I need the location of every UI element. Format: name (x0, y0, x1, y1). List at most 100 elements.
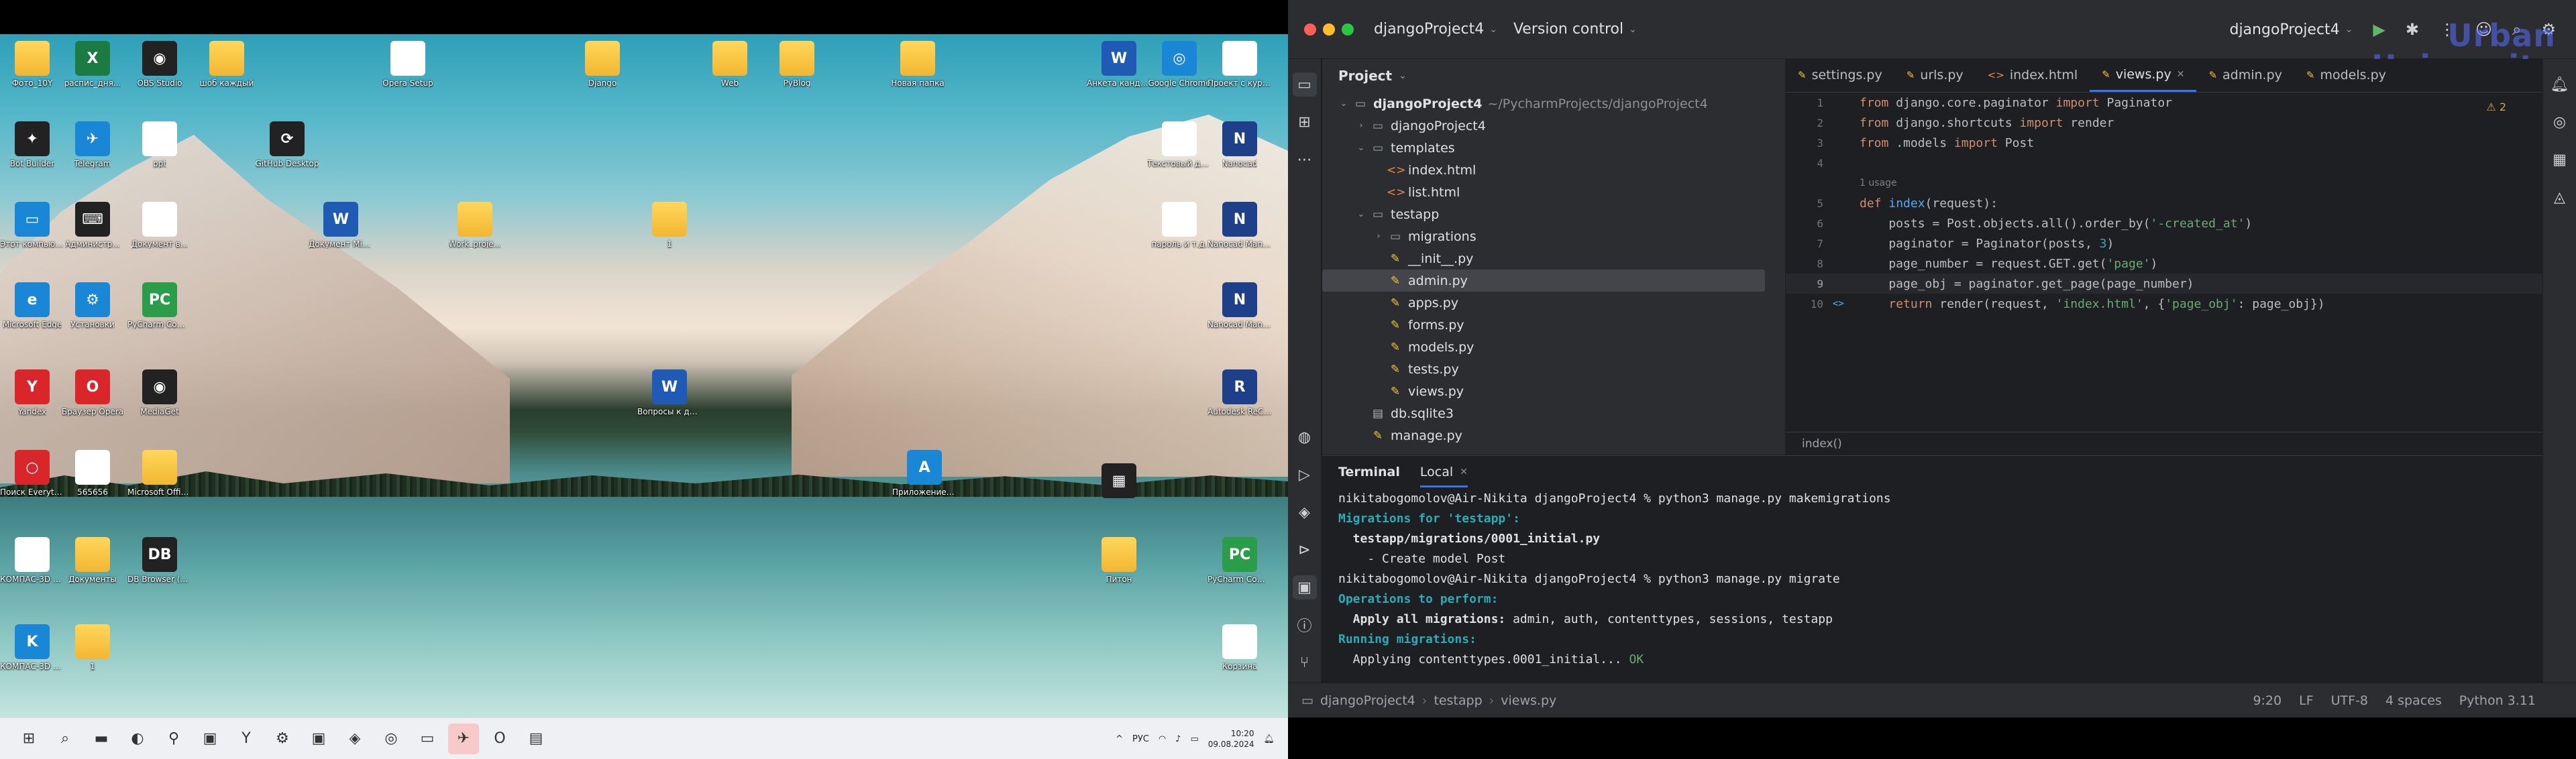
taskbar-terminal-icon[interactable]: ▭ (412, 723, 443, 754)
expand-arrow-icon[interactable]: ⌄ (1353, 209, 1369, 219)
tree-item-folder[interactable]: › ▭ migrations (1322, 225, 1785, 247)
desktop-icon[interactable]: ppt (127, 121, 192, 168)
desktop-icon[interactable]: пароль и т.д. (1147, 202, 1212, 249)
taskbar-search-app-icon[interactable]: ⚲ (158, 723, 189, 754)
desktop-icon[interactable]: ▭ Этот компьютер (0, 202, 64, 249)
tree-item-html[interactable]: <> list.html (1322, 181, 1785, 203)
tree-item-folder[interactable]: ⌄ ▭ templates (1322, 137, 1785, 159)
python-packages-icon[interactable]: ◍ (1293, 425, 1317, 449)
desktop-icon[interactable]: A Приложение Autodesk .. (892, 450, 957, 497)
expand-arrow-icon[interactable]: ⌄ (1353, 143, 1369, 153)
window-close-button[interactable] (1304, 23, 1316, 36)
desktop-icon[interactable]: 565656 (60, 450, 125, 497)
desktop-icon[interactable]: N Nanocad Manager Pl... (1208, 282, 1272, 329)
taskbar-yandex-icon[interactable]: Y (231, 723, 262, 754)
desktop-icon[interactable]: Документы (60, 537, 125, 584)
taskbar-app-blue-icon[interactable]: ◈ (339, 723, 370, 754)
more-tools-icon[interactable]: ⋯ (1293, 148, 1317, 172)
status-path-project[interactable]: djangoProject4 (1320, 693, 1415, 708)
tree-item-py[interactable]: ✎ admin.py (1322, 270, 1765, 292)
desktop-icon[interactable]: Текстовый документ (1147, 121, 1212, 168)
desktop-icon[interactable]: W Анкета кандидата (1087, 41, 1151, 88)
desktop-icon[interactable]: 1 (60, 624, 125, 671)
desktop-icon[interactable]: 1 (637, 202, 702, 249)
editor-tab[interactable]: ✎ admin.py (2196, 59, 2294, 92)
desktop-icon[interactable]: Y Yandex (0, 369, 64, 416)
desktop-icon[interactable]: PC PyCharm Comm... (127, 282, 192, 329)
terminal-output[interactable]: nikitabogomolov@Air-Nikita djangoProject… (1322, 488, 2542, 669)
input-language[interactable]: РУС (1132, 734, 1149, 744)
desktop-icon[interactable]: ⟳ GitHub Desktop (255, 121, 319, 168)
tree-item-py[interactable]: ✎ tests.py (1322, 358, 1785, 380)
desktop-icon[interactable]: Проект с курсами (1208, 41, 1272, 88)
editor-tab[interactable]: ✎ settings.py (1786, 59, 1894, 92)
tree-item-py[interactable]: ✎ forms.py (1322, 314, 1785, 336)
debug-tool-icon[interactable]: ⊳ (1293, 538, 1317, 562)
tree-item-folder[interactable]: ⌄ ▭ djangoProject4 ~/PycharmProjects/django… (1322, 93, 1785, 115)
tray-chevron-icon[interactable]: ^ (1116, 734, 1123, 744)
taskbar-windows-start-icon[interactable]: ⊞ (13, 723, 44, 754)
project-panel-header[interactable]: Project ⌄ (1322, 59, 1785, 93)
tree-item-py[interactable]: ✎ models.py (1322, 336, 1785, 358)
desktop-icon[interactable]: ♻ Корзина (1208, 624, 1272, 671)
desktop-icon[interactable]: Фото_10Y (0, 41, 64, 88)
run-config-selector[interactable]: djangoProject4 ⌄ (2229, 21, 2353, 38)
taskbar-remote-desktop-icon[interactable]: ▣ (195, 723, 225, 754)
desktop-icon[interactable]: K КОМПАС-3D v19 (0, 624, 64, 671)
taskbar-chrome-icon[interactable]: ◎ (376, 723, 407, 754)
tree-item-py[interactable]: ✎ __init__.py (1322, 247, 1785, 270)
desktop-icon[interactable]: O Браузер Opera (60, 369, 125, 416)
line-ending[interactable]: LF (2299, 693, 2314, 708)
desktop-icon[interactable]: N Nanocad Manager 2024 (1208, 202, 1272, 249)
expand-arrow-icon[interactable]: › (1353, 121, 1369, 131)
desktop-icon[interactable]: Django (570, 41, 635, 88)
editor-tab[interactable]: ✎ models.py (2294, 59, 2398, 92)
clock[interactable]: 10:20 09.08.2024 (1208, 728, 1254, 750)
taskbar-telegram-icon[interactable]: ✈ (448, 723, 479, 754)
code-area[interactable]: 1 from django.core.paginator import Pagin… (1786, 93, 2542, 421)
taskbar-search-icon[interactable]: ⌕ (50, 723, 80, 754)
project-switcher[interactable]: djangoProject4 ⌄ (1374, 21, 1497, 38)
window-minimize-button[interactable] (1323, 23, 1335, 36)
tree-item-py[interactable]: ✎ views.py (1322, 380, 1785, 402)
database-tool-icon[interactable]: ◎ (2548, 110, 2572, 134)
taskbar-settings-icon[interactable]: ⚙ (267, 723, 298, 754)
taskbar-opera-icon[interactable]: O (484, 723, 515, 754)
desktop-icon[interactable]: Work_proje... (443, 202, 507, 249)
desktop-icon[interactable]: W Документ Microsoft (309, 202, 373, 249)
desktop-icon[interactable]: ◉ MediaGet (127, 369, 192, 416)
gutter-navigate-icon[interactable]: <> (1833, 298, 1860, 309)
desktop-icon[interactable]: ✈ Telegram (60, 121, 125, 168)
terminal-tab-local[interactable]: Local ✕ (1419, 457, 1468, 487)
volume-icon[interactable]: ♪ (1175, 734, 1181, 744)
status-path-file[interactable]: views.py (1501, 693, 1556, 708)
desktop-icon[interactable]: ◎ Google Chrome (1147, 41, 1212, 88)
desktop-icon[interactable]: e Microsoft Edge (0, 282, 64, 329)
ai-tool-icon[interactable]: ◬ (2548, 185, 2572, 209)
close-icon[interactable]: ✕ (1460, 467, 1468, 477)
desktop-icon[interactable]: КОМПАС-3D v21 x64 (0, 537, 64, 584)
taskbar-file-explorer-icon[interactable]: ▬ (86, 723, 117, 754)
sciview-tool-icon[interactable]: ▦ (2548, 148, 2572, 172)
tree-item-db[interactable]: ▤ db.sqlite3 (1322, 402, 1785, 424)
tree-item-html[interactable]: <> index.html (1322, 159, 1785, 181)
editor-tab[interactable]: ✎ views.py ✕ (2090, 59, 2197, 92)
window-maximize-button[interactable] (1342, 23, 1354, 36)
taskbar-pycharm-icon[interactable]: ▣ (303, 723, 334, 754)
problems-tool-icon[interactable]: ⓘ (1293, 613, 1317, 637)
notifications-tool-icon[interactable]: 🔔︎ (2548, 72, 2572, 97)
tree-item-py[interactable]: ✎ apps.py (1322, 292, 1785, 314)
desktop-icon[interactable]: W Вопросы к диплому (637, 369, 702, 416)
git-tool-icon[interactable]: ⑂ (1293, 650, 1317, 675)
taskbar-edge-icon[interactable]: ◐ (122, 723, 153, 754)
tree-item-folder[interactable]: ⌄ ▭ testapp (1322, 203, 1785, 225)
desktop-icon[interactable]: ○ Поиск Everything (0, 450, 64, 497)
desktop-icon[interactable]: R Autodesk ReCap (1208, 369, 1272, 416)
desktop-icon[interactable]: PyBlog (765, 41, 829, 88)
wifi-icon[interactable]: ◠ (1159, 734, 1166, 744)
file-encoding[interactable]: UTF-8 (2331, 693, 2368, 708)
desktop-icon[interactable]: Xраспис_дня... (60, 41, 125, 88)
taskbar-calculator-icon[interactable]: ▤ (521, 723, 551, 754)
structure-tool-icon[interactable]: ⊞ (1293, 110, 1317, 134)
run-tool-icon[interactable]: ▷ (1293, 463, 1317, 487)
